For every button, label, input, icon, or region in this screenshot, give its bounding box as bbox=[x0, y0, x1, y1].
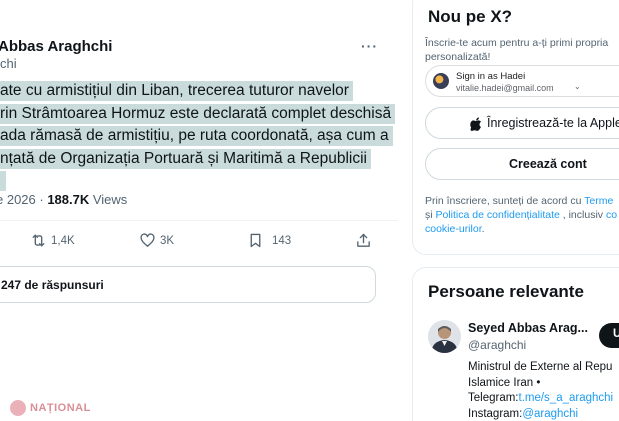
signup-description: Înscrie-te acum pentru a-ți primi propri… bbox=[425, 37, 609, 63]
tweet-meta: e 2026 · 188.7K Views bbox=[0, 192, 127, 207]
google-signin-button[interactable]: Sign in as Hadei vitalie.hadei@gmail.com… bbox=[425, 65, 619, 97]
tweet-date[interactable]: e 2026 · bbox=[0, 192, 47, 207]
google-account-name: Sign in as Hadei bbox=[456, 71, 526, 82]
like-count: 3K bbox=[160, 234, 175, 247]
relevant-people-card: Persoane relevante Seyed Abbas Arag... @… bbox=[412, 267, 619, 421]
heart-icon bbox=[140, 233, 155, 247]
tweet-text-line bbox=[0, 170, 394, 193]
cookie-policy-link-start[interactable]: co bbox=[606, 209, 617, 221]
terms-text: Prin înscriere, sunteți de acord cu Term… bbox=[425, 195, 618, 235]
share-icon bbox=[357, 233, 370, 247]
apple-signup-label: Înregistrează-te la Apple bbox=[487, 116, 619, 130]
divider bbox=[0, 220, 398, 221]
replies-toggle[interactable]: 247 de răspunsuri bbox=[0, 266, 376, 303]
tweet-text-line: ada rămasă de armistițiu, pe ruta coordo… bbox=[0, 125, 394, 148]
more-options-button[interactable]: ··· bbox=[361, 38, 378, 54]
share-button[interactable] bbox=[355, 232, 372, 249]
relevant-people-title: Persoane relevante bbox=[428, 282, 584, 301]
tweet-text: ate cu armistițiul din Liban, trecerea t… bbox=[0, 80, 396, 193]
retweet-count: 1,4K bbox=[51, 234, 75, 247]
google-account-email: vitalie.hadei@gmail.com bbox=[456, 83, 554, 93]
person-bio: Ministrul de Externe al Repu Islamice Ir… bbox=[468, 361, 614, 420]
bookmark-button[interactable]: 143 bbox=[247, 232, 291, 249]
create-account-button[interactable]: Creează cont bbox=[425, 148, 619, 180]
terms-link[interactable]: Terme bbox=[584, 195, 613, 207]
tweet-text-line: nțată de Organizația Portuară și Maritim… bbox=[0, 148, 394, 171]
avatar[interactable] bbox=[428, 320, 461, 353]
national-logo-icon bbox=[10, 400, 26, 416]
google-account-avatar bbox=[433, 73, 449, 89]
tweet-text-line: ate cu armistițiul din Liban, trecerea t… bbox=[0, 80, 394, 103]
like-button[interactable]: 3K bbox=[139, 232, 174, 249]
chevron-down-icon: ⌄ bbox=[574, 82, 581, 91]
tweet-text-line: rin Strâmtoarea Hormuz este declarată co… bbox=[0, 103, 396, 126]
author-handle[interactable]: chi bbox=[0, 56, 17, 71]
right-sidebar: Nou pe X? Înscrie-te acum pentru a-ți pr… bbox=[412, 0, 619, 421]
retweet-icon bbox=[32, 234, 45, 247]
views-count: 188.7K bbox=[47, 192, 90, 207]
instagram-link[interactable]: @araghchi bbox=[522, 408, 578, 420]
person-name[interactable]: Seyed Abbas Arag... bbox=[468, 321, 588, 335]
views-label: Views bbox=[89, 192, 128, 207]
signup-card-title: Nou pe X? bbox=[428, 7, 513, 26]
tweet-detail: Abbas Araghchi chi ··· ate cu armistițiu… bbox=[0, 0, 398, 421]
person-photo-icon bbox=[428, 320, 461, 353]
apple-icon bbox=[470, 117, 482, 131]
watermark: NAȚIONAL bbox=[10, 400, 91, 416]
apple-signup-button[interactable]: Înregistrează-te la Apple bbox=[425, 107, 619, 139]
author-name[interactable]: Abbas Araghchi bbox=[0, 38, 112, 55]
bookmark-icon bbox=[250, 233, 261, 248]
person-handle[interactable]: @araghchi bbox=[468, 338, 526, 352]
create-account-label: Creează cont bbox=[509, 157, 587, 171]
follow-button[interactable]: U bbox=[599, 323, 619, 348]
bookmark-count: 143 bbox=[272, 234, 292, 247]
watermark-text: NAȚIONAL bbox=[30, 402, 91, 414]
replies-label: 247 de răspunsuri bbox=[1, 278, 104, 292]
retweet-button[interactable]: 1,4K bbox=[30, 232, 75, 249]
telegram-link[interactable]: t.me/s_a_araghchi bbox=[519, 392, 614, 404]
signup-card: Nou pe X? Înscrie-te acum pentru a-ți pr… bbox=[412, 0, 619, 255]
tweet-actions: 1,4K 3K 143 bbox=[0, 232, 398, 252]
cookie-policy-link[interactable]: cookie-urilor bbox=[425, 223, 482, 235]
privacy-policy-link[interactable]: Politica de confidențialitate bbox=[436, 209, 560, 221]
